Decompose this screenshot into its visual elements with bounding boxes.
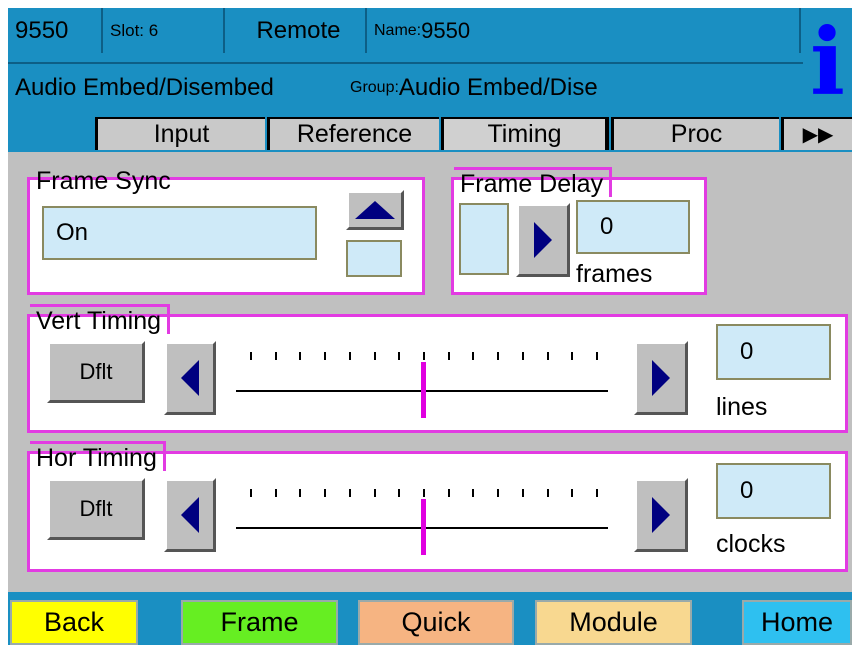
slider-tick: [521, 489, 524, 497]
slider-tick: [250, 352, 252, 360]
frame-sync-legend: Frame Sync: [36, 167, 171, 195]
left-triangle-icon: [181, 360, 199, 396]
vert-timing-right-button[interactable]: [634, 341, 688, 415]
frame-delay-indicator: [459, 203, 509, 275]
slider-tick: [324, 352, 327, 360]
slider-tick: [373, 352, 376, 360]
slider-tick: [596, 352, 598, 360]
slider-tick: [299, 489, 302, 497]
slider-thumb[interactable]: [421, 499, 426, 555]
hor-timing-default-button[interactable]: Dflt: [47, 478, 145, 540]
slider-tick: [423, 489, 425, 497]
slider-tick: [348, 489, 351, 497]
slider-tick: [596, 489, 598, 497]
frame-delay-unit: frames: [576, 260, 653, 288]
slider-tick: [447, 489, 450, 497]
slider-tick: [398, 352, 401, 360]
tab-more-arrows[interactable]: ▶▶: [781, 117, 852, 150]
slider-tick: [546, 352, 549, 360]
header-divider: [8, 62, 803, 64]
vert-timing-value: 0: [716, 324, 831, 380]
mode-label: Remote: [227, 8, 367, 53]
hor-timing-right-button[interactable]: [634, 478, 688, 552]
slider-tick: [250, 489, 252, 497]
tab-reference[interactable]: Reference: [267, 117, 439, 150]
slider-tick: [373, 489, 376, 497]
slot-label: Slot: 6: [105, 8, 225, 53]
frame-sync-up-button[interactable]: [346, 190, 404, 230]
frame-delay-legend: Frame Delay: [454, 167, 613, 198]
hor-timing-unit: clocks: [716, 530, 786, 558]
up-triangle-icon: [355, 201, 395, 219]
vert-timing-default-button[interactable]: Dflt: [47, 341, 145, 403]
slider-tick: [348, 352, 351, 360]
right-triangle-icon: [652, 360, 670, 396]
slider-thumb[interactable]: [421, 362, 426, 418]
model-label: 9550: [10, 8, 103, 53]
slider-tick: [497, 489, 500, 497]
vert-timing-unit: lines: [716, 393, 768, 421]
module-button[interactable]: Module: [535, 600, 692, 645]
back-button[interactable]: Back: [10, 600, 138, 645]
frame-sync-indicator: [346, 240, 402, 277]
hor-timing-value: 0: [716, 463, 831, 519]
slider-tick: [521, 352, 524, 360]
frame-button[interactable]: Frame: [181, 600, 338, 645]
vert-timing-slider[interactable]: [236, 342, 610, 422]
tab-input[interactable]: Input: [95, 117, 265, 150]
slider-tick: [274, 489, 277, 497]
right-triangle-icon: [534, 222, 552, 258]
slider-tick: [299, 352, 302, 360]
slider-tick: [472, 489, 475, 497]
frame-delay-value: 0: [576, 200, 690, 254]
info-icon[interactable]: i: [803, 8, 852, 116]
tab-proc[interactable]: Proc: [611, 117, 779, 150]
hor-timing-slider[interactable]: [236, 479, 610, 559]
slider-tick: [497, 352, 500, 360]
hor-timing-legend: Hor Timing: [30, 441, 166, 472]
name-field: Name: 9550: [369, 8, 801, 53]
right-triangle-icon: [652, 497, 670, 533]
vert-timing-legend: Vert Timing: [30, 304, 171, 335]
slider-tick: [571, 489, 574, 497]
vert-timing-left-button[interactable]: [164, 341, 216, 415]
slider-tick: [546, 489, 549, 497]
quick-button[interactable]: Quick: [358, 600, 514, 645]
home-button[interactable]: Home: [742, 600, 852, 645]
left-triangle-icon: [181, 497, 199, 533]
frame-sync-value[interactable]: On: [42, 206, 317, 260]
slider-tick: [571, 352, 574, 360]
hor-timing-left-button[interactable]: [164, 478, 216, 552]
slider-tick: [274, 352, 277, 360]
slider-tick: [447, 352, 450, 360]
slider-tick: [398, 489, 401, 497]
slider-tick: [423, 352, 425, 360]
slider-tick: [472, 352, 475, 360]
frame-delay-right-button[interactable]: [516, 203, 570, 277]
group-field: Group: Audio Embed/Dise: [350, 74, 598, 101]
tab-timing[interactable]: Timing: [441, 117, 609, 150]
slider-tick: [324, 489, 327, 497]
